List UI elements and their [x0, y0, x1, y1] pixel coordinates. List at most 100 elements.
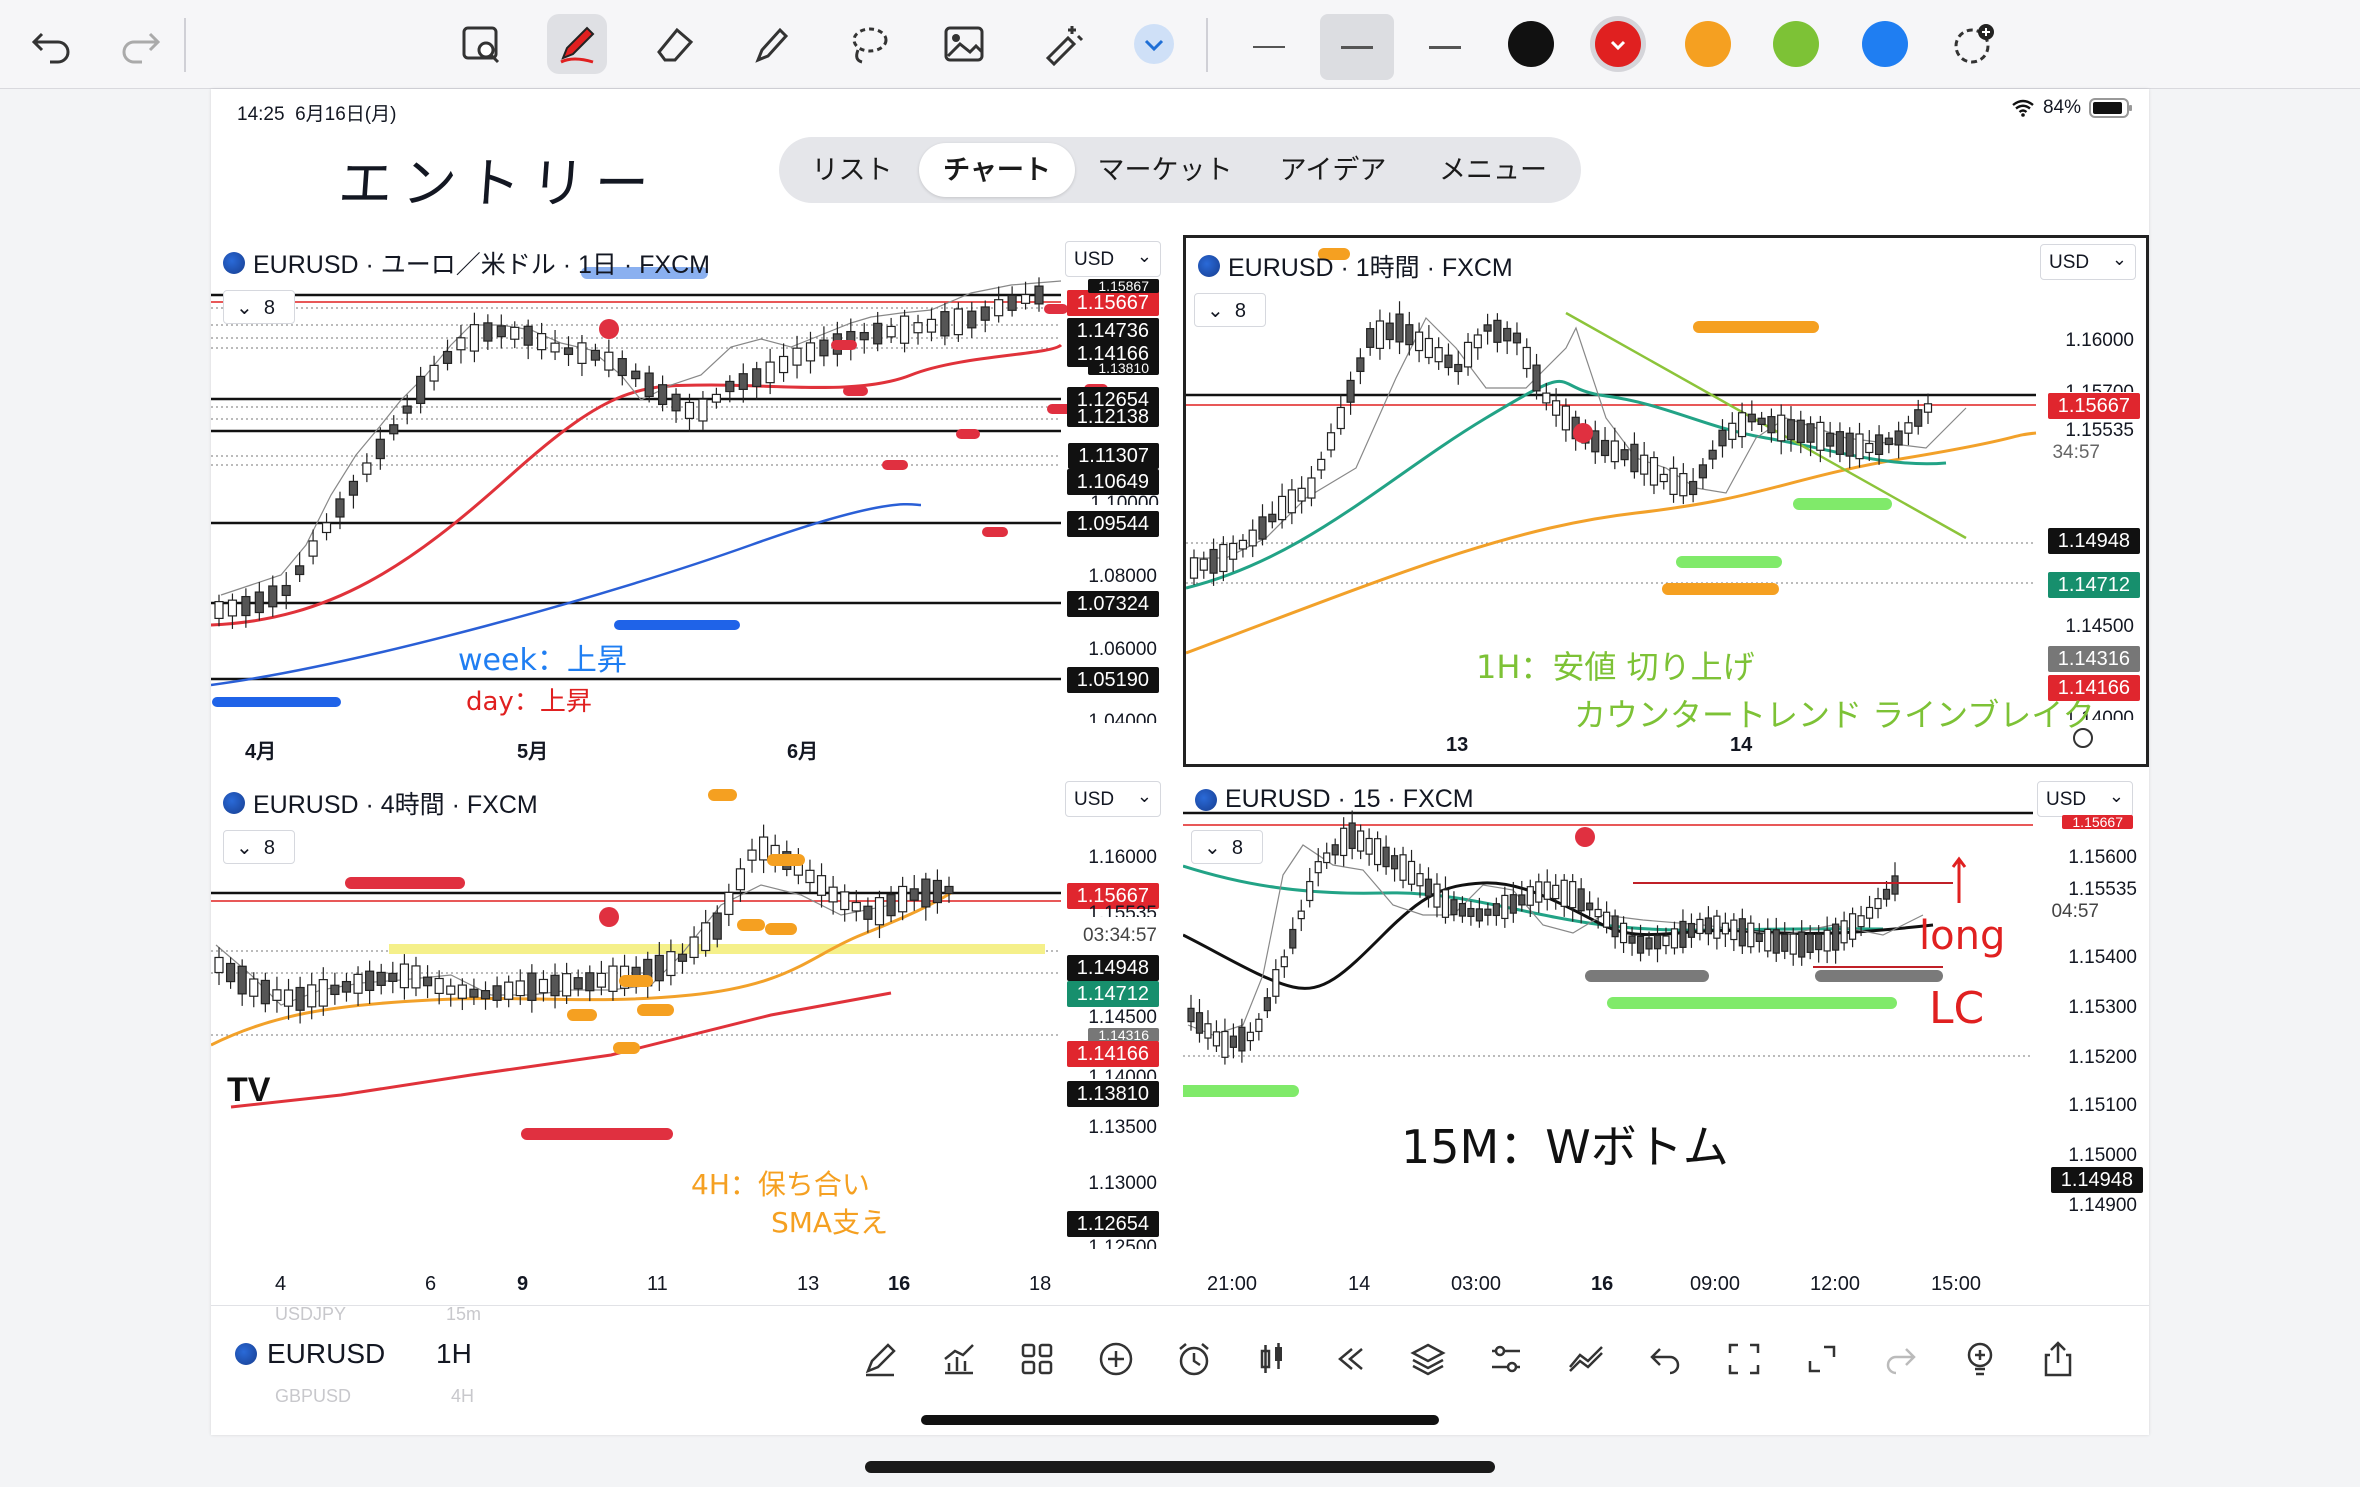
tab-menu[interactable]: メニュー: [1415, 143, 1571, 197]
candle-body: [828, 886, 838, 903]
chart-panel-15m[interactable]: EURUSD · 15 · FXCM USD ⌄ 8 1.15667 1.156…: [1183, 775, 2149, 1303]
timeframe-selector[interactable]: 1H: [436, 1338, 472, 1370]
candle-body: [1509, 894, 1517, 914]
note-4h-consolidation: 4H：保ち合い: [691, 1168, 870, 1201]
x-axis-label: 4: [275, 1273, 287, 1295]
countdown-label: 34:57: [2052, 442, 2100, 463]
indicator-toggle[interactable]: ⌄ 8: [1191, 830, 1263, 864]
candle-body: [873, 322, 883, 345]
x-axis-label: 9: [517, 1273, 529, 1295]
price-label: 1.13500: [1088, 1117, 1157, 1138]
chart-panel-1h[interactable]: EURUSD · 1時間 · FXCM USD ⌄ 8 1.16000 1.15…: [1183, 235, 2149, 767]
price-tag: 1.14316: [1088, 1028, 1159, 1042]
home-indicator: [921, 1415, 1439, 1425]
candle-body: [1323, 852, 1331, 864]
line-width-medium[interactable]: [1320, 14, 1394, 80]
candle-body: [1306, 880, 1314, 902]
candle-body: [1346, 379, 1355, 403]
candle-body: [585, 972, 595, 992]
settings-button[interactable]: [1481, 1334, 1531, 1384]
currency-select[interactable]: USD: [1065, 778, 1161, 817]
more-tools-button[interactable]: [1124, 14, 1184, 74]
candle-body: [1385, 322, 1394, 341]
replay-button[interactable]: [1325, 1334, 1375, 1384]
candle-body: [1356, 357, 1365, 373]
candle-body: [416, 375, 426, 405]
price-tag: 1.12138: [1066, 407, 1159, 427]
chart-type-button[interactable]: [1247, 1334, 1297, 1384]
candle-body: [399, 963, 409, 989]
line-width-thick[interactable]: [1408, 14, 1482, 80]
currency-select[interactable]: USD: [1065, 238, 1161, 277]
alert-clock-icon: [1573, 423, 1593, 443]
line-width-thin[interactable]: [1232, 14, 1306, 80]
price-label: 1.13000: [1088, 1173, 1157, 1194]
currency-select[interactable]: USD: [2040, 241, 2136, 280]
indicators-button[interactable]: [934, 1334, 984, 1384]
faint-symbol: USDJPY: [275, 1304, 347, 1324]
tab-list[interactable]: リスト: [787, 143, 917, 197]
candle-body: [644, 372, 654, 398]
fullscreen-button[interactable]: [1797, 1334, 1847, 1384]
add-button[interactable]: [1091, 1334, 1141, 1384]
indicator-toggle[interactable]: ⌄ 8: [1194, 293, 1266, 327]
color-green[interactable]: [1773, 21, 1819, 67]
candle-body: [1424, 878, 1433, 897]
candle-body: [510, 326, 520, 340]
candle-body: [1007, 294, 1017, 311]
compare-button[interactable]: [1561, 1334, 1611, 1384]
color-orange[interactable]: [1685, 21, 1731, 67]
x-axis-label: 4月: [245, 741, 277, 763]
layout-button[interactable]: [1012, 1334, 1062, 1384]
candle-body: [1187, 1007, 1195, 1023]
screenshot-button[interactable]: [1719, 1334, 1769, 1384]
candle-body: [1535, 881, 1543, 903]
share-button[interactable]: [2033, 1334, 2083, 1384]
add-color-button[interactable]: [1944, 14, 2004, 74]
faint-symbol: GBPUSD: [275, 1386, 352, 1406]
15m-markups: [1183, 970, 1943, 1097]
magic-tool[interactable]: [1032, 14, 1092, 74]
candle-body: [1287, 489, 1296, 514]
eraser-tool[interactable]: [645, 14, 705, 74]
indicator-toggle[interactable]: ⌄ 8: [223, 290, 295, 324]
tab-market[interactable]: マーケット: [1079, 143, 1251, 197]
lasso-tool[interactable]: [838, 14, 898, 74]
status-bar: 14:25 6月16日(月) 84%: [211, 89, 2149, 129]
pen-tool[interactable]: [547, 14, 607, 74]
symbol-text: EURUSD: [267, 1338, 386, 1369]
indicator-toggle[interactable]: ⌄ 8: [223, 830, 295, 864]
chart-panel-daily[interactable]: EURUSD · ユーロ／米ドル · 1日 · FXCM USD ⌄ 8 1.1…: [211, 235, 1175, 767]
drawing-tools-button[interactable]: [855, 1334, 905, 1384]
color-red[interactable]: [1595, 21, 1641, 67]
candle-body: [1365, 837, 1373, 855]
layers-button[interactable]: [1403, 1334, 1453, 1384]
candle-body: [1653, 934, 1662, 950]
redo-button[interactable]: [110, 14, 170, 74]
tab-ideas[interactable]: アイデア: [1255, 143, 1411, 197]
symbol-selector[interactable]: EURUSD: [235, 1338, 385, 1370]
image-search-tool[interactable]: [452, 14, 512, 74]
redo-chart-button[interactable]: [1875, 1334, 1925, 1384]
candle-body: [249, 978, 259, 997]
insert-image-tool[interactable]: [934, 14, 994, 74]
tab-chart[interactable]: チャート: [919, 143, 1075, 197]
color-black[interactable]: [1508, 21, 1554, 67]
toolbar-divider: [1206, 18, 1208, 72]
ideas-button[interactable]: [1955, 1334, 2005, 1384]
color-blue[interactable]: [1862, 21, 1908, 67]
candle-body: [1297, 910, 1305, 920]
x-axis-label: 12:00: [1810, 1273, 1861, 1295]
highlighter-tool[interactable]: [740, 14, 800, 74]
x-axis-label: 11: [647, 1273, 668, 1295]
x-axis-label: 14: [1348, 1273, 1371, 1295]
chart-panel-4h[interactable]: TV EURUSD · 4時間 · FXCM USD ⌄ 8 1.16000 1…: [211, 775, 1175, 1303]
candle-body: [1289, 928, 1297, 949]
price-label: 1.15100: [2068, 1095, 2137, 1116]
currency-select[interactable]: USD: [2037, 778, 2133, 817]
candle-body: [1268, 513, 1277, 523]
undo-button[interactable]: [22, 14, 82, 74]
candle-body: [1467, 907, 1475, 917]
alert-button[interactable]: [1169, 1334, 1219, 1384]
undo-chart-button[interactable]: [1641, 1334, 1691, 1384]
